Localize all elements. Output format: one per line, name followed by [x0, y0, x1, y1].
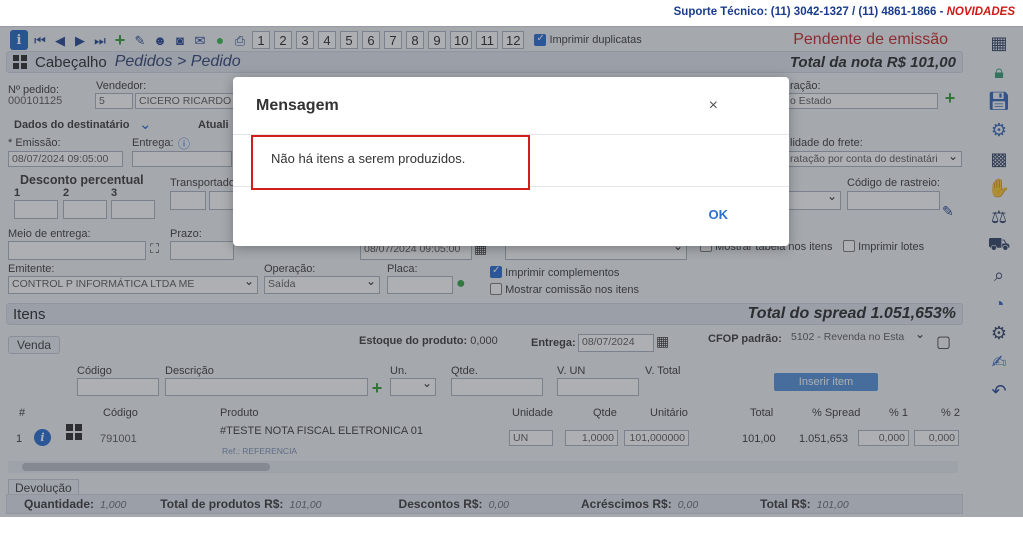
dialog-header: Mensagem ×	[233, 77, 789, 135]
support-bar: Suporte Técnico: (11) 3042-1327 / (11) 4…	[0, 0, 1023, 26]
close-icon[interactable]: ×	[709, 97, 718, 115]
dialog-message: Não há itens a serem produzidos.	[251, 135, 530, 190]
support-separator: -	[936, 6, 947, 18]
support-phones: (11) 3042-1327 / (11) 4861-1866	[770, 6, 937, 18]
dialog-footer: OK	[233, 187, 789, 245]
bottom-strip	[0, 517, 1023, 538]
dialog-body: Não há itens a serem produzidos.	[233, 135, 789, 190]
ok-button[interactable]: OK	[709, 207, 729, 222]
support-label: Suporte Técnico:	[673, 6, 768, 18]
message-dialog: Mensagem × Não há itens a serem produzid…	[233, 77, 789, 246]
news-link[interactable]: NOVIDADES	[947, 6, 1015, 18]
dialog-title: Mensagem	[256, 96, 339, 114]
